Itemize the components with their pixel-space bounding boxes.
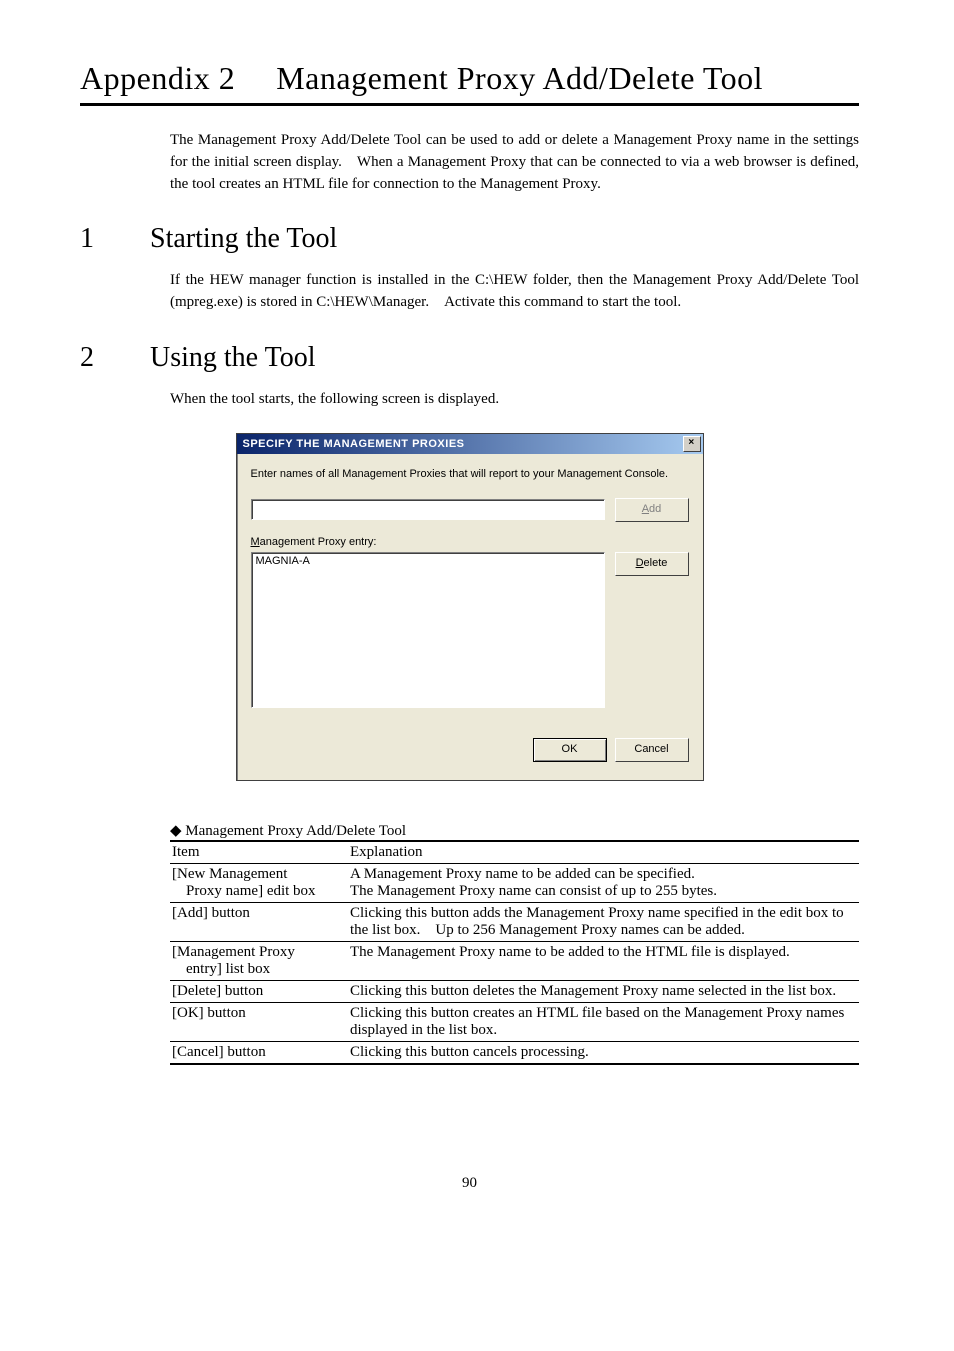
table-cell-explanation: The Management Proxy name to be added to… [348,941,859,980]
close-button[interactable]: × [683,436,701,452]
section-2-number: 2 [80,342,150,374]
table-cell-explanation: Clicking this button cancels processing. [348,1041,859,1064]
table-row: [OK] buttonClicking this button creates … [170,1002,859,1041]
dialog-title: SPECIFY THE MANAGEMENT PROXIES [243,438,465,450]
intro-paragraph: The Management Proxy Add/Delete Tool can… [170,130,859,195]
proxy-entry-label: Management Proxy entry: [251,536,689,548]
table-caption: ◆ Management Proxy Add/Delete Tool [170,821,859,840]
explanation-table: Item Explanation [New ManagementProxy na… [170,840,859,1065]
delete-button[interactable]: Delete [615,552,689,576]
page-title: Appendix 2 Management Proxy Add/Delete T… [80,60,859,97]
table-cell-item: [Add] button [170,902,348,941]
table-cell-item: [OK] button [170,1002,348,1041]
table-head-item: Item [170,841,348,864]
section-1-body: If the HEW manager function is installed… [170,270,859,314]
delete-button-mnemonic: D [636,557,644,569]
table-row: [Management Proxyentry] list boxThe Mana… [170,941,859,980]
section-1-number: 1 [80,223,150,255]
section-2-title: Using the Tool [150,342,316,374]
proxy-entry-listbox[interactable]: MAGNIA-A [251,552,605,708]
table-row: [Delete] buttonClicking this button dele… [170,980,859,1002]
table-row: [New ManagementProxy name] edit boxA Man… [170,863,859,902]
add-button[interactable]: Add [615,498,689,522]
table-cell-item: [Delete] button [170,980,348,1002]
page-number: 90 [80,1175,859,1192]
dialog-titlebar: SPECIFY THE MANAGEMENT PROXIES × [237,434,703,454]
dialog-instruction: Enter names of all Management Proxies th… [251,468,689,480]
dialog-window: SPECIFY THE MANAGEMENT PROXIES × Enter n… [236,433,704,781]
table-head-explanation: Explanation [348,841,859,864]
table-row: [Add] buttonClicking this button adds th… [170,902,859,941]
section-2-body: When the tool starts, the following scre… [170,389,859,411]
table-cell-item: [Cancel] button [170,1041,348,1064]
table-cell-explanation: Clicking this button creates an HTML fil… [348,1002,859,1041]
cancel-button[interactable]: Cancel [615,738,689,762]
list-item[interactable]: MAGNIA-A [256,555,600,567]
table-cell-item: [New ManagementProxy name] edit box [170,863,348,902]
add-button-mnemonic: A [642,503,649,515]
table-cell-item: [Management Proxyentry] list box [170,941,348,980]
table-cell-explanation: Clicking this button adds the Management… [348,902,859,941]
new-proxy-name-input[interactable] [251,499,605,520]
section-1-header: 1 Starting the Tool [80,223,859,255]
table-cell-explanation: Clicking this button deletes the Managem… [348,980,859,1002]
table-cell-explanation: A Management Proxy name to be added can … [348,863,859,902]
section-2-header: 2 Using the Tool [80,342,859,374]
table-row: [Cancel] buttonClicking this button canc… [170,1041,859,1064]
title-rule [80,103,859,106]
ok-button[interactable]: OK [533,738,607,762]
section-1-title: Starting the Tool [150,223,337,255]
